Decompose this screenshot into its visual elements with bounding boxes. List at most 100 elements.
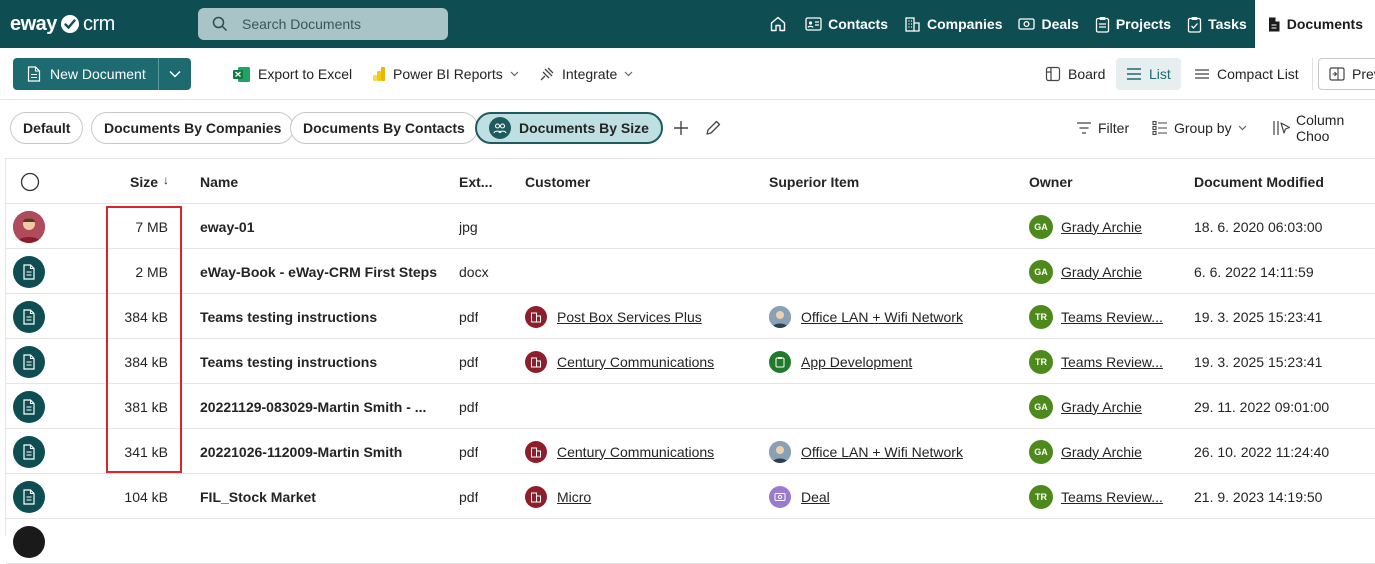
- superior-item-cell: App Development: [769, 339, 1024, 384]
- column-header-superior-item[interactable]: Superior Item: [769, 159, 859, 204]
- preview-button[interactable]: Prev: [1318, 58, 1375, 90]
- owner-link[interactable]: Grady Archie: [1061, 444, 1142, 460]
- add-view-button[interactable]: [672, 112, 690, 144]
- owner-link[interactable]: Grady Archie: [1061, 399, 1142, 415]
- export-excel-button[interactable]: Export to Excel: [232, 58, 352, 90]
- owner-cell: GA Grady Archie: [1029, 429, 1189, 474]
- nav-contacts[interactable]: Contacts: [797, 0, 896, 48]
- superior-item-link[interactable]: Office LAN + Wifi Network: [801, 444, 963, 460]
- filter-button[interactable]: Filter: [1076, 112, 1129, 144]
- name-cell[interactable]: 20221129-083029-Martin Smith - ...: [200, 384, 440, 429]
- group-by-button[interactable]: Group by: [1152, 112, 1247, 144]
- excel-icon: [232, 66, 251, 83]
- name-cell[interactable]: Teams testing instructions: [200, 339, 440, 384]
- nav-companies[interactable]: Companies: [896, 0, 1010, 48]
- select-all-checkbox[interactable]: [20, 159, 40, 204]
- owner-initials-badge: TR: [1029, 349, 1053, 374]
- owner-initials-badge: GA: [1029, 394, 1053, 419]
- nav-documents[interactable]: Documents: [1254, 0, 1375, 48]
- modified-cell: 18. 6. 2020 06:03:00: [1194, 218, 1323, 235]
- export-excel-label: Export to Excel: [258, 66, 353, 82]
- superior-item-link[interactable]: Office LAN + Wifi Network: [801, 309, 963, 325]
- column-header-name[interactable]: Name: [200, 159, 238, 204]
- view-chip-documents-by-size[interactable]: Documents By Size: [475, 112, 663, 144]
- view-chip-documents-by-contacts[interactable]: Documents By Contacts: [290, 112, 478, 144]
- view-chip-default[interactable]: Default: [10, 112, 84, 144]
- new-document-split-button: New Document: [13, 58, 191, 90]
- table-row[interactable]: 384 kB Teams testing instructions pdf Centu…: [6, 339, 1375, 384]
- document-name[interactable]: FIL_Stock Market: [200, 489, 316, 505]
- table-row[interactable]: 384 kB Teams testing instructions pdf Post …: [6, 294, 1375, 339]
- name-cell[interactable]: FIL_Stock Market: [200, 474, 440, 519]
- column-header-customer-label: Customer: [525, 173, 591, 190]
- column-header-customer[interactable]: Customer: [525, 159, 590, 204]
- compact-list-view-button[interactable]: Compact List: [1194, 58, 1299, 90]
- owner-initials-badge: TR: [1029, 484, 1053, 509]
- superior-item-cell: Office LAN + Wifi Network: [769, 294, 1024, 339]
- document-name[interactable]: Teams testing instructions: [200, 354, 377, 370]
- table-header-row: Size ↓ Name Ext... Customer Superior Ite…: [6, 159, 1375, 204]
- document-icon: [1267, 16, 1281, 33]
- customer-link[interactable]: Century Communications: [557, 354, 714, 370]
- column-header-document-modified[interactable]: Document Modified: [1194, 159, 1324, 204]
- nav-home[interactable]: [759, 0, 797, 48]
- ext-cell: pdf: [459, 353, 479, 370]
- owner-link[interactable]: Grady Archie: [1061, 219, 1142, 235]
- owner-initials-badge: GA: [1029, 439, 1053, 464]
- saved-views-bar: Default Documents By Companies Documents…: [0, 104, 1375, 152]
- name-cell[interactable]: eWay-Book - eWay-CRM First Steps: [200, 249, 440, 294]
- table-row[interactable]: 381 kB 20221129-083029-Martin Smith - ...…: [6, 384, 1375, 429]
- view-chip-label: Documents By Companies: [104, 120, 282, 136]
- main-nav: Contacts Companies Deals Projects Tasks …: [759, 0, 1375, 48]
- table-row[interactable]: 341 kB 20221026-112009-Martin Smith pdf Cen…: [6, 429, 1375, 474]
- new-document-button[interactable]: New Document: [13, 58, 159, 90]
- search-input[interactable]: Search Documents: [198, 8, 448, 40]
- board-view-button[interactable]: Board: [1045, 58, 1105, 90]
- modified-cell: 26. 10. 2022 11:24:40: [1194, 443, 1330, 460]
- document-name[interactable]: 20221129-083029-Martin Smith - ...: [200, 399, 426, 415]
- column-header-superior-label: Superior Item: [769, 173, 860, 190]
- document-name[interactable]: Teams testing instructions: [200, 309, 377, 325]
- brand-logo[interactable]: eway crm: [10, 12, 115, 36]
- column-header-size[interactable]: Size ↓: [130, 159, 169, 204]
- integrate-icon: [538, 66, 555, 83]
- name-cell[interactable]: [200, 519, 440, 564]
- table-row[interactable]: 104 kB FIL_Stock Market pdf Micro Deal TR Team…: [6, 474, 1375, 519]
- size-cell: 384 kB: [124, 308, 168, 325]
- owner-link[interactable]: Grady Archie: [1061, 264, 1142, 280]
- column-header-owner[interactable]: Owner: [1029, 159, 1073, 204]
- list-view-button[interactable]: List: [1116, 58, 1181, 90]
- name-cell[interactable]: Teams testing instructions: [200, 294, 440, 339]
- new-document-dropdown[interactable]: [159, 58, 191, 90]
- document-type-icon: [13, 345, 45, 378]
- table-row[interactable]: [6, 519, 1375, 564]
- table-row[interactable]: 2 MB eWay-Book - eWay-CRM First Steps docx…: [6, 249, 1375, 294]
- company-icon: [525, 305, 547, 328]
- ext-cell: pdf: [459, 443, 479, 460]
- superior-item-link[interactable]: App Development: [801, 354, 912, 370]
- nav-tasks[interactable]: Tasks: [1179, 0, 1255, 48]
- edit-view-button[interactable]: [704, 112, 722, 144]
- view-chip-documents-by-companies[interactable]: Documents By Companies: [91, 112, 295, 144]
- document-name[interactable]: eWay-Book - eWay-CRM First Steps: [200, 264, 437, 280]
- ext-cell: pdf: [459, 398, 479, 415]
- customer-link[interactable]: Century Communications: [557, 444, 714, 460]
- column-header-owner-label: Owner: [1029, 173, 1073, 190]
- name-cell[interactable]: eway-01: [200, 204, 440, 249]
- column-chooser-button[interactable]: Column Choo: [1272, 112, 1375, 144]
- owner-link[interactable]: Teams Review...: [1061, 489, 1163, 505]
- owner-link[interactable]: Teams Review...: [1061, 309, 1163, 325]
- integrate-button[interactable]: Integrate: [538, 58, 633, 90]
- customer-link[interactable]: Micro: [557, 489, 591, 505]
- nav-deals[interactable]: Deals: [1010, 0, 1086, 48]
- document-name[interactable]: 20221026-112009-Martin Smith: [200, 444, 402, 460]
- customer-link[interactable]: Post Box Services Plus: [557, 309, 702, 325]
- superior-item-link[interactable]: Deal: [801, 489, 830, 505]
- document-name[interactable]: eway-01: [200, 219, 254, 235]
- power-bi-button[interactable]: Power BI Reports: [372, 58, 519, 90]
- owner-link[interactable]: Teams Review...: [1061, 354, 1163, 370]
- table-row[interactable]: 7 MB eway-01 jpg GA Grady Archie 18. 6. 2020 …: [6, 204, 1375, 249]
- name-cell[interactable]: 20221026-112009-Martin Smith: [200, 429, 440, 474]
- nav-projects[interactable]: Projects: [1087, 0, 1179, 48]
- column-header-ext[interactable]: Ext...: [459, 159, 492, 204]
